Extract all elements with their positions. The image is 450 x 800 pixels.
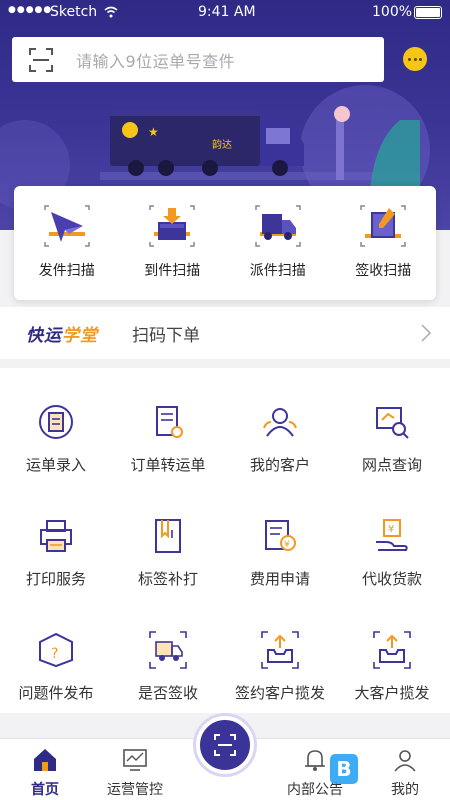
battery-percent: 100%	[372, 4, 413, 20]
grid-item-label: 签约客户揽发	[234, 684, 325, 702]
quick-action-arrive-scan[interactable]: 到件扫描	[120, 186, 226, 300]
battery-icon	[414, 6, 442, 19]
grid-item-vip-pickup[interactable]: 大客户揽发	[336, 630, 448, 703]
tab-label: 我的	[391, 782, 419, 798]
sign-status-icon	[149, 631, 187, 669]
truck-illustration: ★ 韵达	[100, 106, 420, 190]
quick-action-label: 发件扫描	[38, 263, 95, 279]
outlet-search-icon	[376, 407, 409, 439]
message-icon[interactable]	[403, 47, 427, 71]
grid-item-label: 标签补打	[137, 570, 198, 588]
svg-text:¥: ¥	[388, 524, 394, 535]
grid-item-contract-pickup[interactable]: 签约客户揽发	[224, 630, 336, 703]
grid-item-label: 订单转运单	[130, 456, 206, 474]
quick-action-sign-scan[interactable]: 签收扫描	[331, 186, 437, 300]
grid-item-waybill-entry[interactable]: 运单录入	[0, 402, 112, 475]
grid-item-my-customers[interactable]: 我的客户	[224, 402, 336, 475]
customers-icon	[263, 408, 297, 437]
grid-item-label: 打印服务	[25, 570, 86, 588]
label-reprint-icon	[155, 519, 181, 553]
watermark-logo: B	[330, 754, 358, 784]
grid-item-label: 运单录入	[25, 456, 86, 474]
svg-text:★: ★	[148, 125, 159, 139]
feature-grid: 运单录入 订单转运单 我的客户 网点查询 打印服务 标签补打 ¥ 费用申请 ¥ …	[0, 368, 450, 713]
grid-item-problem-parcel[interactable]: ? 问题件发布	[0, 630, 112, 703]
grid-item-cod-collect[interactable]: ¥ 代收货款	[336, 516, 448, 589]
scan-icon	[214, 734, 236, 756]
status-bar: ●●●●● Sketch 9:41 AM 100%	[0, 0, 450, 26]
waybill-entry-icon	[39, 405, 73, 439]
quick-action-dispatch-scan[interactable]: 派件扫描	[225, 186, 331, 300]
send-plane-icon	[44, 205, 90, 247]
scan-icon[interactable]	[28, 47, 54, 73]
search-input[interactable]: 请输入9位运单号查件	[76, 48, 235, 72]
tab-operations[interactable]: 运营管控	[90, 747, 180, 799]
grid-item-sign-status[interactable]: 是否签收	[112, 630, 224, 703]
sign-book-icon	[360, 205, 406, 247]
tab-mine[interactable]: 我的	[360, 747, 450, 799]
grid-item-label: 我的客户	[249, 456, 310, 474]
tab-label: 运营管控	[107, 782, 163, 798]
grid-item-order-convert[interactable]: 订单转运单	[112, 402, 224, 475]
school-brand-logo: 快运学堂	[26, 325, 98, 346]
grid-item-label: 代收货款	[361, 570, 422, 588]
carrier-name: Sketch	[50, 4, 98, 20]
quick-action-card: 发件扫描 到件扫描 派件扫描 签收扫描	[14, 186, 436, 300]
user-icon	[394, 750, 416, 772]
grid-item-label: 网点查询	[361, 456, 422, 474]
grid-item-label: 费用申请	[249, 570, 310, 588]
clock: 9:41 AM	[198, 4, 256, 20]
svg-text:?: ?	[51, 646, 58, 662]
bell-icon	[305, 750, 325, 771]
contract-pickup-icon	[261, 631, 299, 669]
scan-order-text: 扫码下单	[132, 325, 200, 346]
delivery-truck-icon	[255, 205, 301, 247]
grid-item-label: 是否签收	[137, 684, 198, 702]
fee-apply-icon: ¥	[265, 520, 296, 551]
inbox-arrive-icon	[149, 205, 195, 247]
kuaiyun-school-banner[interactable]: 快运学堂 扫码下单	[0, 307, 450, 359]
grid-item-label: 问题件发布	[18, 684, 94, 702]
chevron-right-icon[interactable]	[420, 323, 432, 343]
waybill-search-bar[interactable]: 请输入9位运单号查件	[12, 37, 384, 82]
grid-item-label: 大客户揽发	[354, 684, 430, 702]
tab-label: 首页	[31, 782, 59, 798]
grid-item-fee-apply[interactable]: ¥ 费用申请	[224, 516, 336, 589]
truck-label: 韵达	[212, 138, 232, 151]
quick-action-label: 到件扫描	[144, 263, 201, 279]
grid-item-print-service[interactable]: 打印服务	[0, 516, 112, 589]
wifi-icon	[104, 6, 118, 18]
order-convert-icon	[156, 406, 183, 438]
printer-icon	[40, 520, 72, 552]
grid-item-outlet-search[interactable]: 网点查询	[336, 402, 448, 475]
tab-home[interactable]: 首页	[0, 747, 90, 799]
monitor-icon	[123, 749, 147, 771]
cod-collect-icon: ¥	[376, 519, 408, 551]
svg-text:¥: ¥	[284, 540, 290, 550]
scan-fab-button[interactable]	[196, 716, 254, 774]
quick-action-label: 派件扫描	[249, 263, 306, 279]
grid-item-label-reprint[interactable]: 标签补打	[112, 516, 224, 589]
quick-action-label: 签收扫描	[355, 263, 412, 279]
home-icon	[34, 749, 56, 771]
problem-parcel-icon: ?	[39, 632, 73, 668]
signal-icon: ●●●●●	[8, 5, 53, 15]
quick-action-send-scan[interactable]: 发件扫描	[14, 186, 120, 300]
vip-pickup-icon	[373, 631, 411, 669]
